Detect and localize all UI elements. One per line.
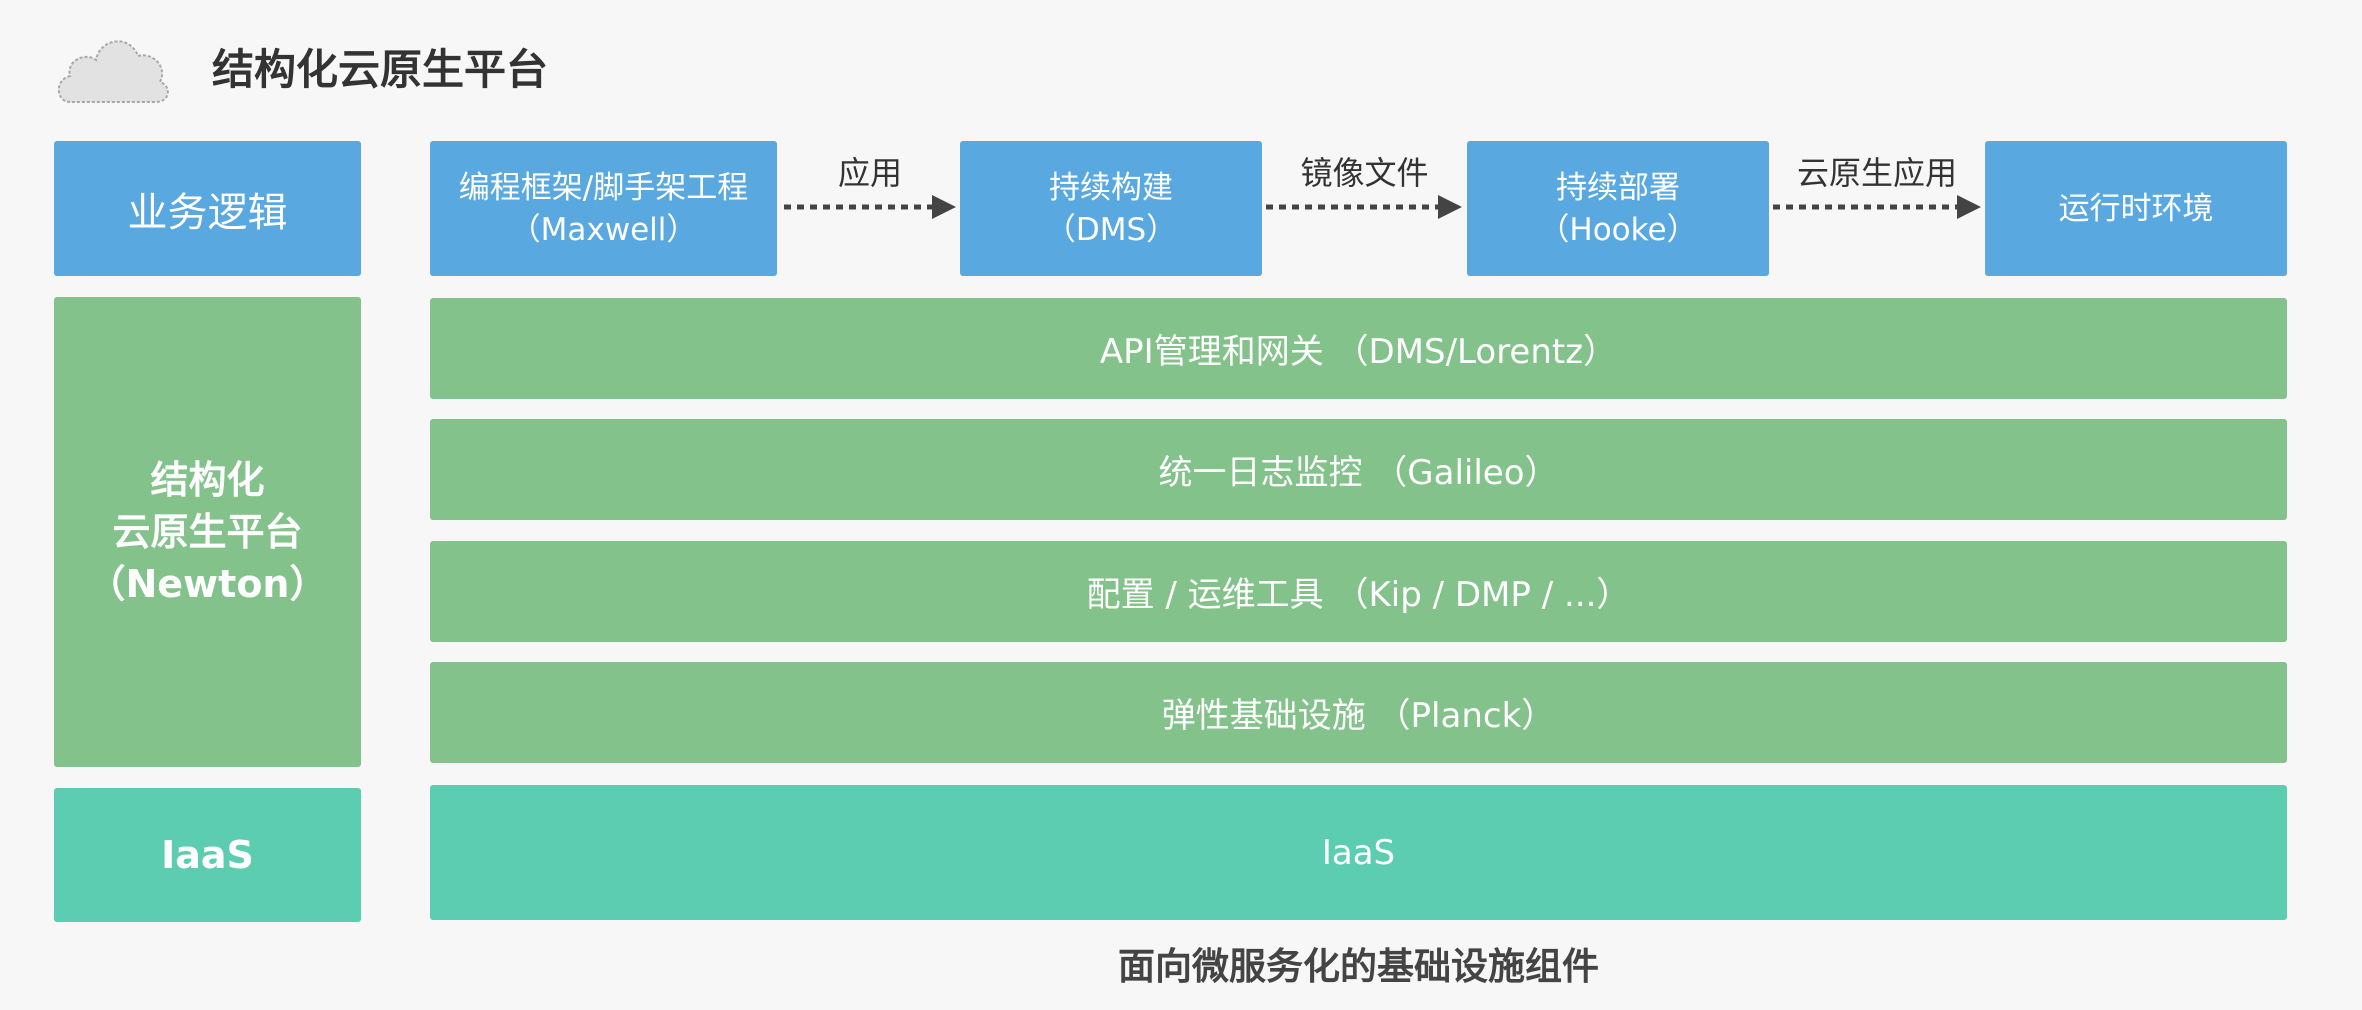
pipeline-step-dms: 持续构建 （DMS） xyxy=(960,141,1262,276)
dotted-arrow-icon xyxy=(1773,195,1981,219)
platform-box: 结构化 云原生平台 （Newton） xyxy=(54,297,361,767)
layer-elastic-infra: 弹性基础设施 （Planck） xyxy=(430,662,2287,763)
platform-label-line1: 结构化 xyxy=(150,458,265,502)
arrow-label-cloud-native-app: 云原生应用 xyxy=(1796,154,1957,192)
layer-label: 统一日志监控 （Galileo） xyxy=(1158,453,1559,493)
pipeline-step-sublabel: （Hooke） xyxy=(1538,211,1698,248)
layer-config-ops: 配置 / 运维工具 （Kip / DMP / ...） xyxy=(430,541,2287,642)
layer-logging-monitoring: 统一日志监控 （Galileo） xyxy=(430,419,2287,520)
pipeline-step-maxwell: 编程框架/脚手架工程 （Maxwell） xyxy=(430,141,777,276)
platform-label-line2: 云原生平台 xyxy=(112,510,303,554)
bottom-caption: 面向微服务化的基础设施组件 xyxy=(1118,945,1599,988)
arrow-label-app: 应用 xyxy=(837,154,902,192)
pipeline-step-label: 持续部署 xyxy=(1556,169,1680,206)
layer-label: API管理和网关 （DMS/Lorentz） xyxy=(1099,332,1618,372)
pipeline-step-sublabel: （DMS） xyxy=(1044,211,1178,248)
business-logic-box: 业务逻辑 xyxy=(54,141,361,276)
cloud-icon xyxy=(57,40,169,103)
layer-label: 弹性基础设施 （Planck） xyxy=(1161,696,1556,736)
pipeline-step-runtime: 运行时环境 xyxy=(1985,141,2287,276)
layer-label: 配置 / 运维工具 （Kip / DMP / ...） xyxy=(1086,575,1631,615)
arrow-label-image: 镜像文件 xyxy=(1300,154,1429,192)
dotted-arrow-icon xyxy=(784,195,956,219)
pipeline-step-sublabel: （Maxwell） xyxy=(509,211,698,248)
page-title: 结构化云原生平台 xyxy=(212,45,549,94)
platform-label-line3: （Newton） xyxy=(87,562,328,606)
layer-api-gateway: API管理和网关 （DMS/Lorentz） xyxy=(430,298,2287,399)
iaas-bar: IaaS xyxy=(430,785,2287,920)
dotted-arrow-icon xyxy=(1266,195,1462,219)
pipeline-step-label: 运行时环境 xyxy=(2058,190,2214,227)
pipeline-step-label: 编程框架/脚手架工程 xyxy=(458,169,749,206)
business-logic-label: 业务逻辑 xyxy=(127,189,288,236)
pipeline-step-label: 持续构建 xyxy=(1049,169,1173,206)
iaas-bar-label: IaaS xyxy=(1321,832,1396,873)
iaas-left-box: IaaS xyxy=(54,788,361,922)
iaas-left-label: IaaS xyxy=(161,833,254,877)
pipeline-step-hooke: 持续部署 （Hooke） xyxy=(1467,141,1769,276)
